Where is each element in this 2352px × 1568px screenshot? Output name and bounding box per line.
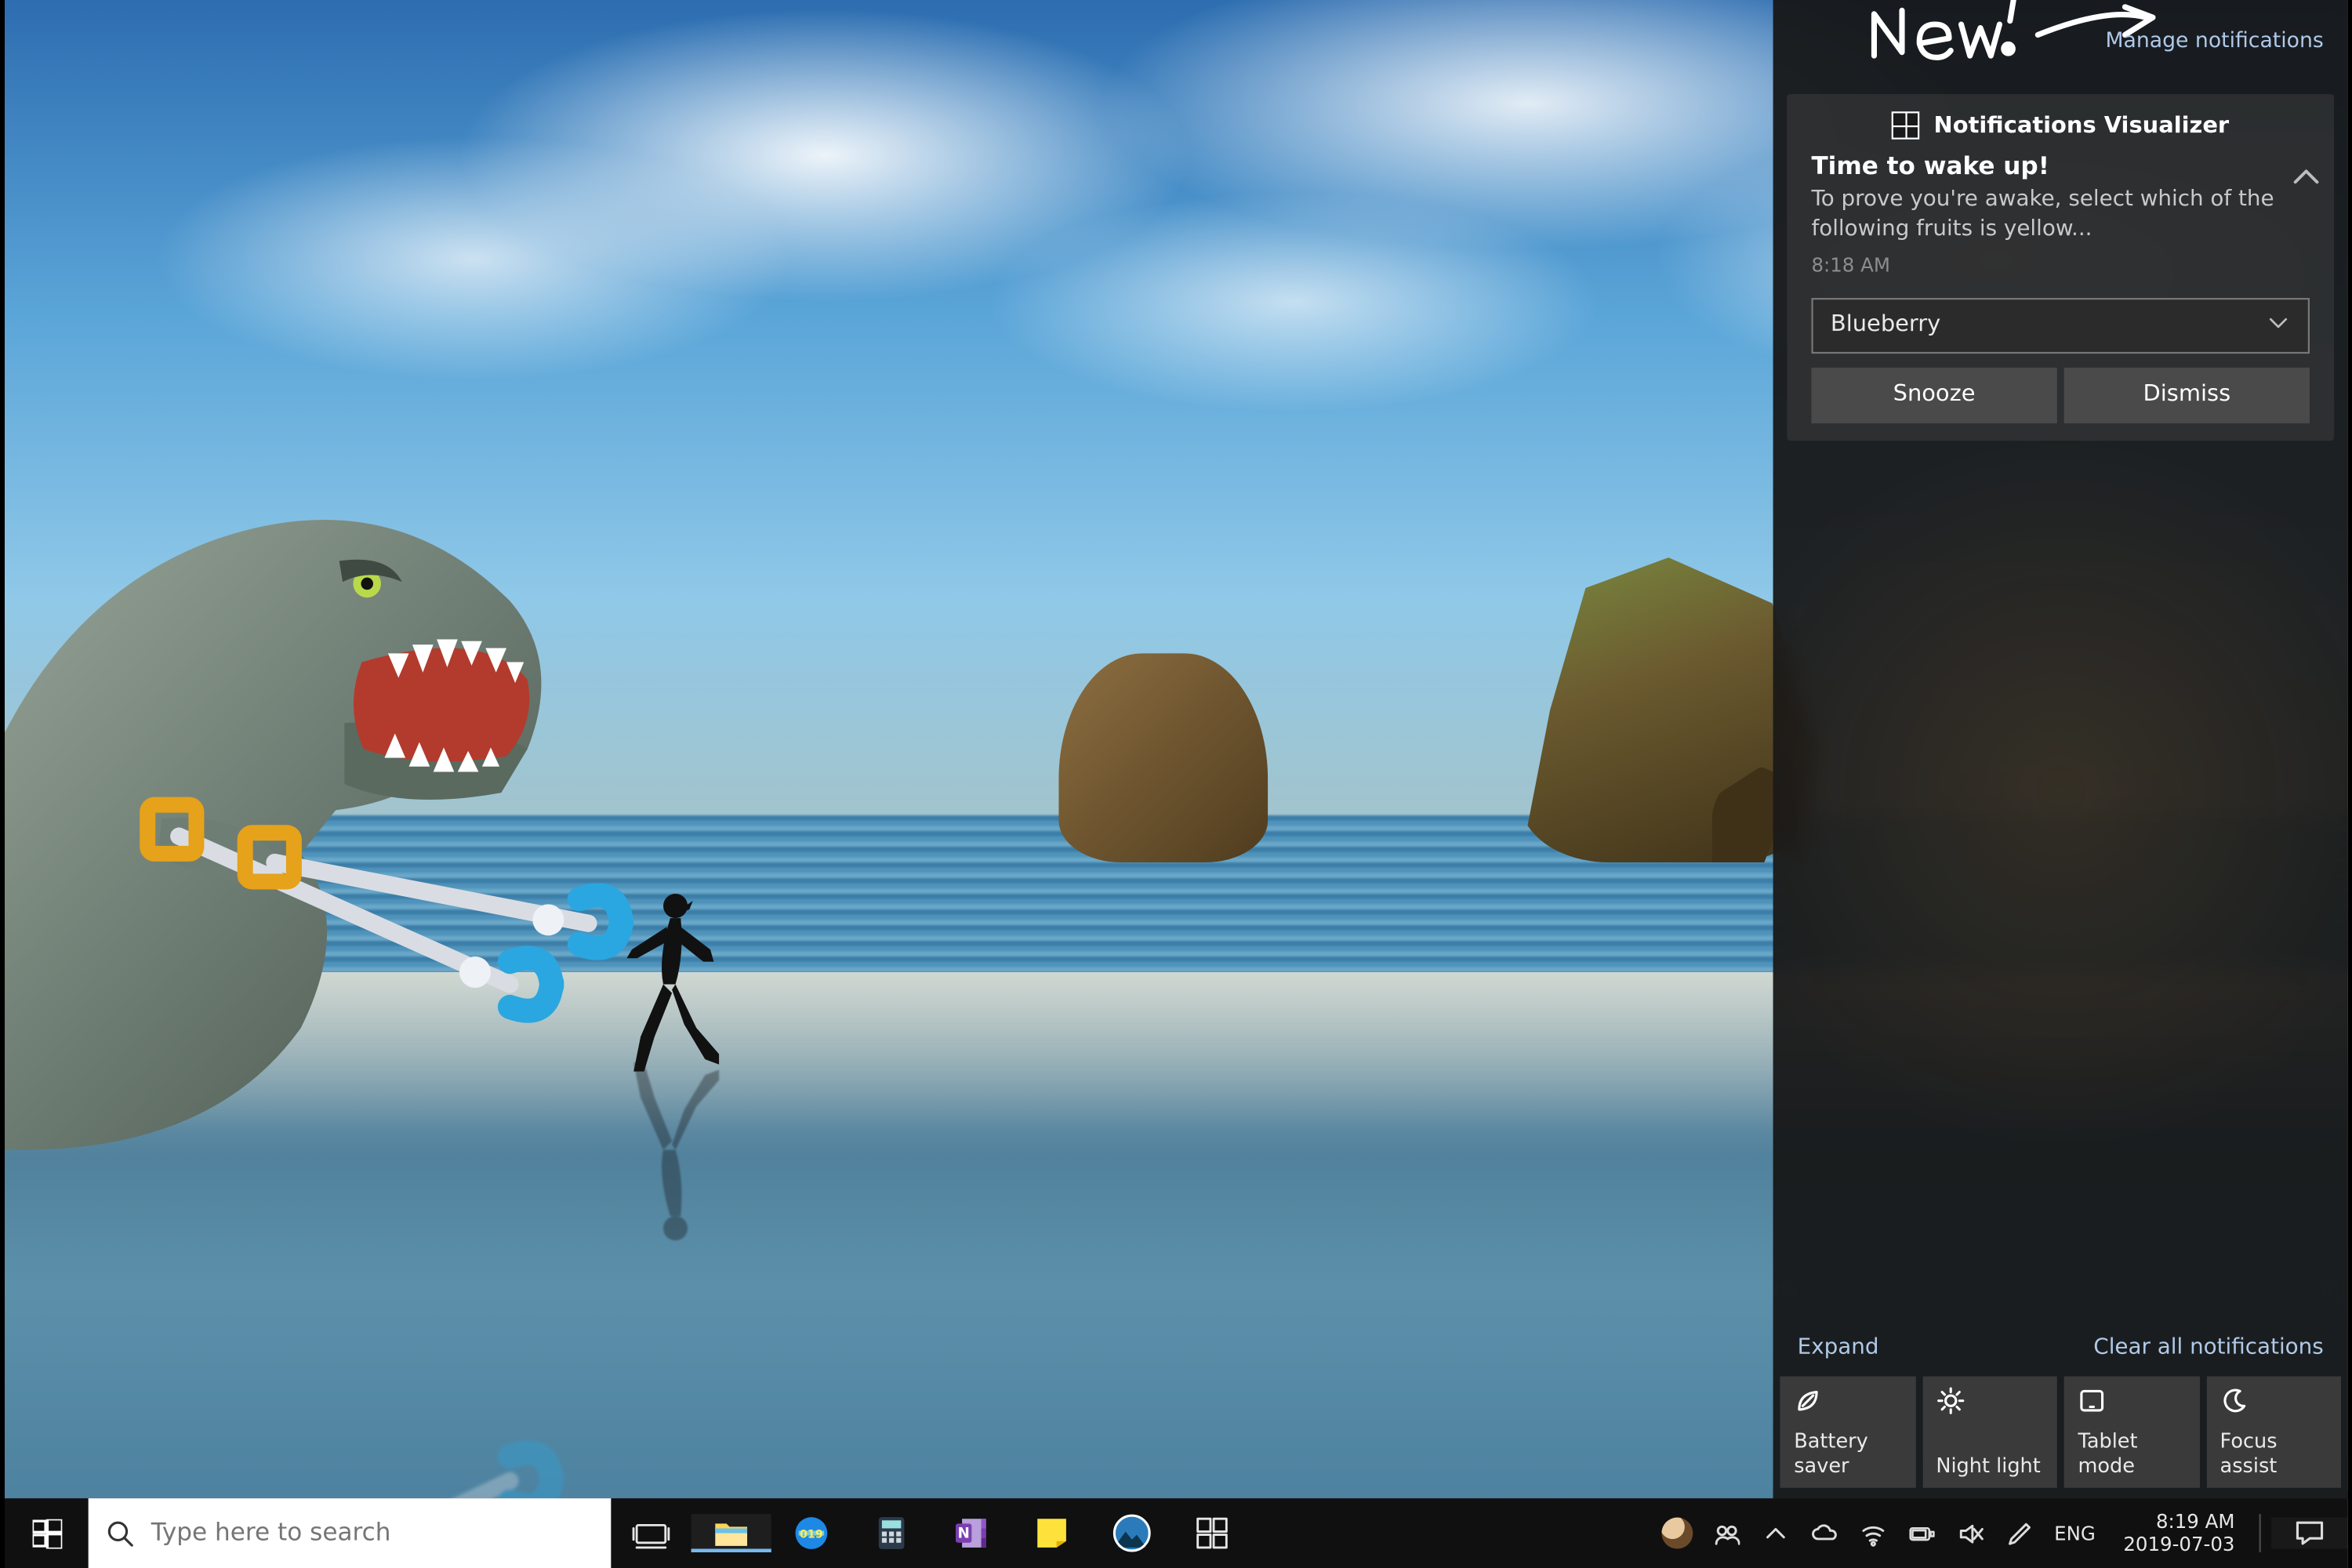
volume-mute-icon[interactable]	[1949, 1520, 1991, 1546]
pen-icon[interactable]	[1998, 1520, 2040, 1546]
notification-actions: Snooze Dismiss	[1787, 354, 2334, 423]
fruit-select[interactable]: Blueberry	[1811, 297, 2310, 353]
action-center-header: Manage notifications	[1773, 0, 2347, 70]
onedrive-icon[interactable]	[1803, 1520, 1845, 1546]
app-onenote[interactable]: N	[931, 1514, 1011, 1552]
app-calculator[interactable]	[851, 1514, 931, 1552]
search-icon	[105, 1519, 133, 1548]
dismiss-button[interactable]: Dismiss	[2063, 367, 2309, 423]
select-value: Blueberry	[1830, 312, 1940, 338]
tray-language[interactable]: ENG	[2047, 1522, 2102, 1544]
notification-time: 8:18 AM	[1811, 254, 2310, 277]
taskbar-spacer	[1252, 1498, 1657, 1568]
chevron-up-icon[interactable]	[1754, 1520, 1795, 1546]
qa-battery-saver[interactable]: Battery saver	[1780, 1377, 1915, 1488]
qa-label: Focus assist	[2220, 1428, 2327, 1477]
taskbar-apps: 019	[611, 1498, 1252, 1568]
expand-link[interactable]: Expand	[1797, 1333, 1878, 1359]
taskbar: 019	[5, 1498, 2348, 1568]
action-center-button[interactable]	[2271, 1518, 2348, 1549]
notification-card: Notifications Visualizer Time to wake up…	[1787, 94, 2334, 441]
app-sticky-notes[interactable]	[1011, 1514, 1091, 1552]
moon-icon	[2220, 1387, 2248, 1415]
action-center-links: Expand Clear all notifications	[1773, 1316, 2347, 1377]
qa-label: Battery saver	[1794, 1428, 1901, 1477]
search-input[interactable]	[151, 1519, 593, 1548]
battery-icon[interactable]	[1900, 1520, 1942, 1546]
tablet-icon	[2078, 1387, 2106, 1415]
notification-body[interactable]: Time to wake up! To prove you're awake, …	[1787, 154, 2334, 277]
svg-text:019: 019	[800, 1529, 823, 1541]
wifi-icon[interactable]	[1852, 1520, 1893, 1546]
app-dev[interactable]: 019	[771, 1514, 851, 1552]
app-file-explorer[interactable]	[691, 1514, 771, 1552]
notification-app-name: Notifications Visualizer	[1933, 112, 2229, 138]
notification-text: To prove you're awake, select which of t…	[1811, 185, 2310, 244]
app-task-view[interactable]	[611, 1514, 691, 1552]
windows-tiles-icon	[1892, 111, 1920, 140]
tray-time: 8:19 AM	[2123, 1510, 2234, 1533]
chevron-up-icon[interactable]	[2288, 160, 2323, 194]
action-center: Manage notifications Notifications Visua…	[1773, 0, 2347, 1498]
tray-clock[interactable]: 8:19 AM 2019-07-03	[2109, 1510, 2249, 1556]
notification-title: Time to wake up!	[1811, 154, 2310, 182]
action-center-spacer	[1773, 441, 2347, 1316]
leaf-icon	[1794, 1387, 1822, 1415]
notification-app-header[interactable]: Notifications Visualizer	[1787, 94, 2334, 154]
wallpaper-dinosaur	[5, 401, 649, 1202]
wallpaper-rock	[1058, 653, 1268, 862]
quick-actions: Battery saver Night light Tablet mo	[1773, 1377, 2347, 1499]
qa-label: Tablet mode	[2078, 1428, 2185, 1477]
system-tray: ENG 8:19 AM 2019-07-03	[1657, 1498, 2347, 1568]
tray-divider	[2259, 1514, 2260, 1552]
sun-icon	[1936, 1387, 1964, 1415]
chevron-down-icon	[2266, 310, 2290, 341]
app-photos[interactable]	[1091, 1514, 1171, 1552]
app-news[interactable]	[1171, 1514, 1251, 1552]
tray-date: 2019-07-03	[2123, 1534, 2234, 1556]
qa-tablet-mode[interactable]: Tablet mode	[2063, 1377, 2198, 1488]
svg-text:N: N	[957, 1526, 969, 1542]
clear-all-link[interactable]: Clear all notifications	[2093, 1333, 2323, 1359]
tray-avatar[interactable]	[1657, 1518, 1698, 1549]
start-button[interactable]	[5, 1498, 89, 1568]
qa-focus-assist[interactable]: Focus assist	[2205, 1377, 2340, 1488]
qa-night-light[interactable]: Night light	[1922, 1377, 2056, 1488]
people-icon[interactable]	[1705, 1520, 1747, 1546]
desktop: Manage notifications Notifications Visua…	[5, 0, 2348, 1568]
manage-notifications-link[interactable]: Manage notifications	[2105, 28, 2323, 53]
search-box[interactable]	[88, 1498, 611, 1568]
snooze-button[interactable]: Snooze	[1811, 367, 2056, 423]
qa-label: Night light	[1936, 1453, 2043, 1477]
